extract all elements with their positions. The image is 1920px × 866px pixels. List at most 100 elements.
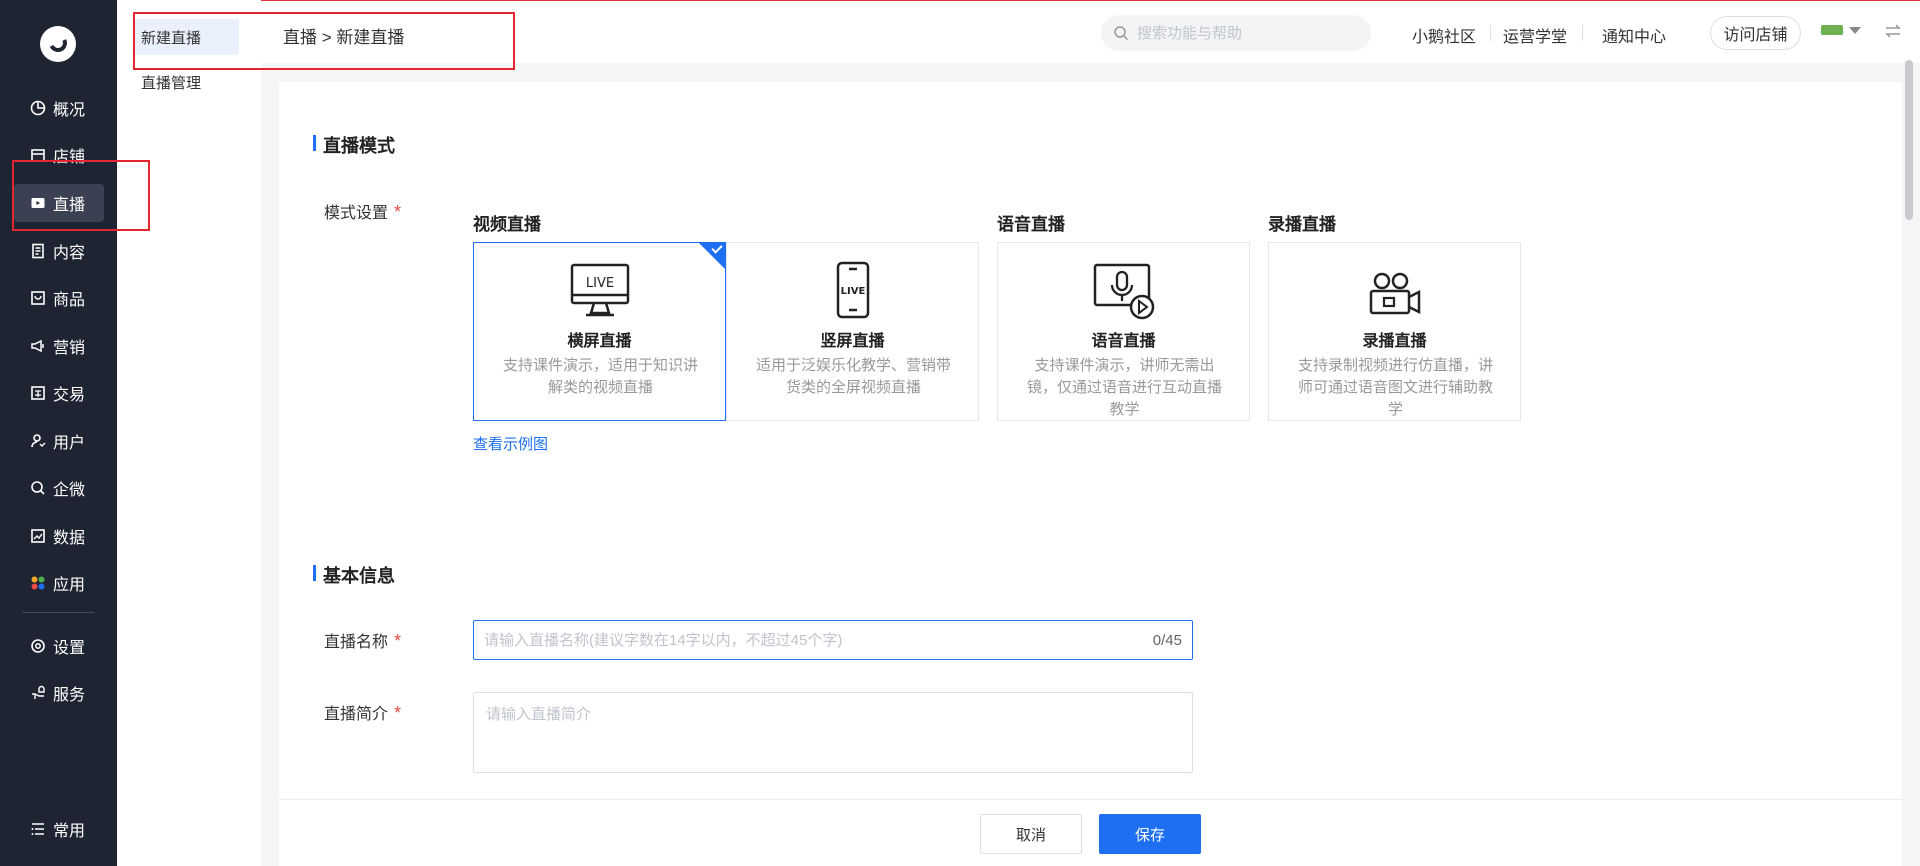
live-phone-icon: LIVE: [836, 261, 869, 319]
apps-icon: [30, 575, 46, 591]
required-mark: *: [394, 202, 402, 222]
section-title-mode: 直播模式: [313, 132, 395, 158]
nav-item-service[interactable]: 服务: [14, 674, 104, 712]
nav-divider: [22, 612, 94, 613]
frequent-icon: [30, 821, 46, 837]
nav-item-apps[interactable]: 应用: [14, 564, 104, 602]
nav-label: 应用: [53, 577, 86, 594]
save-button[interactable]: 保存: [1099, 814, 1201, 854]
separator: [1490, 25, 1491, 41]
goods-icon: [30, 290, 46, 306]
data-icon: [30, 528, 46, 544]
group-title-recorded: 录播直播: [1268, 215, 1336, 234]
mode-card-portrait[interactable]: LIVE 竖屏直播 适用于泛娱乐化教学、营销带货类的全屏视频直播: [726, 242, 979, 421]
live-name-input[interactable]: [484, 631, 1153, 649]
secondary-sidebar: 新建直播 直播管理: [117, 0, 261, 866]
nav-label: 营销: [53, 340, 86, 357]
nav-label: 内容: [53, 245, 86, 262]
mode-card-title: 横屏直播: [567, 333, 632, 350]
service-icon: [30, 685, 46, 701]
char-counter: 0/45: [1152, 631, 1182, 649]
nav-item-live[interactable]: 直播: [14, 184, 104, 222]
video-camera-icon: [1369, 272, 1420, 315]
app-logo[interactable]: [40, 26, 76, 62]
nav-label: 常用: [53, 823, 86, 840]
search-input[interactable]: [1137, 24, 1347, 42]
subnav-item-live-manage[interactable]: 直播管理: [133, 64, 239, 100]
nav-item-user[interactable]: 用户: [14, 422, 104, 460]
settings-icon: [30, 638, 46, 654]
subnav-item-new-live[interactable]: 新建直播: [133, 19, 239, 55]
nav-label: 服务: [53, 687, 86, 704]
nav-item-marketing[interactable]: 营销: [14, 327, 104, 365]
visit-store-button[interactable]: 访问店铺: [1710, 16, 1801, 50]
nav-label: 企微: [53, 482, 86, 499]
section-title-basic: 基本信息: [313, 562, 395, 588]
nav-label: 商品: [53, 292, 86, 309]
main-content: 直播模式 模式设置 * 视频直播 语音直播 录播直播 LIVE 横屏直播 支持课件…: [279, 82, 1902, 866]
nav-item-wecom[interactable]: 企微: [14, 469, 104, 507]
group-title-video: 视频直播: [473, 215, 541, 234]
nav-item-data[interactable]: 数据: [14, 517, 104, 555]
mode-field-label: 模式设置 *: [324, 202, 402, 222]
nav-label: 数据: [53, 530, 86, 547]
cancel-button[interactable]: 取消: [980, 814, 1082, 854]
marketing-icon: [30, 338, 46, 354]
mode-card-desc: 支持录制视频进行仿直播，讲师可通过语音图文进行辅助教学: [1297, 357, 1493, 418]
mode-card-landscape[interactable]: LIVE 横屏直播 支持课件演示，适用于知识讲解类的视频直播: [473, 242, 726, 421]
nav-item-overview[interactable]: 概况: [14, 89, 104, 127]
name-field-label: 直播名称 *: [324, 631, 402, 651]
nav-label: 概况: [53, 102, 86, 119]
mode-card-title: 语音直播: [1091, 333, 1156, 350]
search-icon: [1114, 26, 1129, 41]
logo-mark-icon: [46, 31, 70, 55]
nav-label: 交易: [53, 387, 86, 404]
scrollbar[interactable]: [1905, 60, 1913, 220]
chevron-down-icon: [1849, 26, 1861, 34]
live-icon: [30, 195, 46, 211]
intro-field-label: 直播简介 *: [324, 703, 402, 723]
nav-item-settings[interactable]: 设置: [14, 627, 104, 665]
nav-item-store[interactable]: 店铺: [14, 136, 104, 174]
mode-card-voice[interactable]: 语音直播 支持课件演示，讲师无需出镜，仅通过语音进行互动直播教学: [997, 242, 1250, 421]
mode-card-desc: 支持课件演示，讲师无需出镜，仅通过语音进行互动直播教学: [1026, 357, 1222, 418]
search-box[interactable]: [1101, 15, 1371, 51]
mode-card-recorded[interactable]: 录播直播 支持录制视频进行仿直播，讲师可通过语音图文进行辅助教学: [1268, 242, 1521, 421]
voice-live-icon: [1093, 263, 1154, 320]
breadcrumb: 直播 > 新建直播: [283, 28, 405, 47]
footer-divider: [279, 799, 1902, 800]
required-mark: *: [394, 631, 402, 651]
link-notifications[interactable]: 通知中心: [1602, 23, 1666, 47]
nav-label: 用户: [53, 435, 86, 452]
wecom-icon: [30, 480, 46, 496]
mode-card-title: 竖屏直播: [820, 333, 885, 350]
account-menu[interactable]: [1821, 25, 1861, 35]
live-monitor-icon: LIVE: [570, 263, 629, 317]
svg-text:LIVE: LIVE: [585, 276, 613, 291]
overview-icon: [30, 100, 46, 116]
mode-card-title: 录播直播: [1362, 333, 1427, 350]
nav-label: 店铺: [53, 149, 86, 166]
link-academy[interactable]: 运营学堂: [1503, 23, 1567, 47]
group-title-voice: 语音直播: [997, 215, 1065, 234]
top-bar: 直播 > 新建直播 小鹅社区 运营学堂 通知中心 访问店铺: [261, 1, 1920, 63]
mode-card-desc: 支持课件演示，适用于知识讲解类的视频直播: [502, 357, 698, 396]
switch-icon[interactable]: [1883, 21, 1903, 41]
nav-label: 设置: [53, 640, 86, 657]
link-community[interactable]: 小鹅社区: [1412, 23, 1476, 47]
nav-label: 直播: [53, 197, 86, 214]
store-icon: [30, 147, 46, 163]
view-example-link[interactable]: 查看示例图: [473, 433, 548, 454]
live-name-field[interactable]: 0/45: [473, 620, 1193, 660]
svg-text:LIVE: LIVE: [840, 286, 865, 297]
nav-item-frequent[interactable]: 常用: [14, 810, 104, 848]
separator: [1582, 25, 1583, 41]
mode-card-desc: 适用于泛娱乐化教学、营销带货类的全屏视频直播: [755, 357, 951, 396]
live-intro-input[interactable]: [473, 692, 1193, 773]
nav-item-goods[interactable]: 商品: [14, 279, 104, 317]
trade-icon: [30, 385, 46, 401]
nav-item-content[interactable]: 内容: [14, 232, 104, 270]
main-sidebar: 概况 店铺 直播 内容 商品 营销 交易 用户 企微 数据 应用 设置 服务 常…: [0, 0, 117, 866]
required-mark: *: [394, 703, 402, 723]
nav-item-trade[interactable]: 交易: [14, 374, 104, 412]
